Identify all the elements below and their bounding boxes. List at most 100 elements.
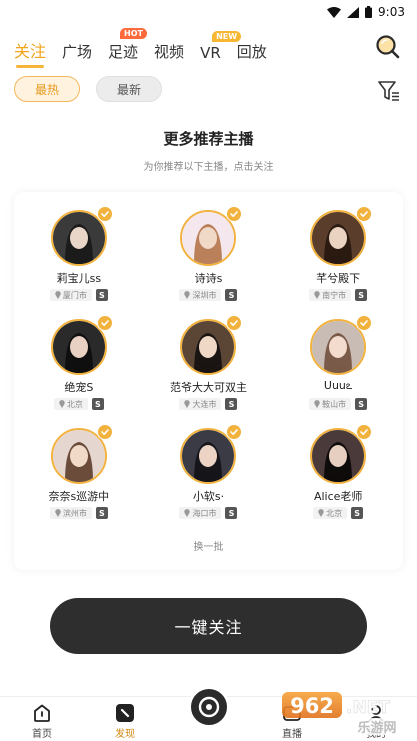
nav-discover[interactable]: 发现 [95,703,155,740]
tab-follow[interactable]: 关注 [14,38,46,68]
svg-text:962: 962 [290,694,334,718]
refresh-button[interactable]: 换一批 [14,538,403,553]
tab-video[interactable]: 视频 [154,41,184,68]
location-tag: 北京 [313,507,348,519]
level-badge: S [95,507,108,519]
hot-badge: HOT [120,28,147,39]
avatar-wrap [180,424,243,484]
host-item[interactable]: 诗诗s 深圳市 S [144,206,274,301]
host-meta: 滨州市 S [49,507,108,519]
checked-icon[interactable] [226,206,243,222]
host-name: 诗诗s [194,272,223,285]
avatar-wrap [180,315,243,375]
host-meta: 大连市 S [179,398,238,410]
tab-replay[interactable]: 回放 [237,41,267,68]
host-item[interactable]: Alice老师北京 S [273,424,403,519]
host-name: 范爷大大可双主 [169,381,247,394]
nav-label: 首页 [32,729,52,740]
host-city: 鞍山市 [322,399,347,409]
location-pin-icon [318,509,324,517]
signal-icon [347,6,360,18]
avatar-wrap [310,315,373,375]
nav-home[interactable]: 首页 [12,703,72,740]
level-badge: S [351,507,364,519]
host-item[interactable]: Uuuఽ 鞍山市 S [273,315,403,410]
host-name: Alice老师 [313,490,363,503]
tab-vr[interactable]: NEW VR [200,31,242,68]
location-tag: 滨州市 [49,507,92,519]
location-tag: 深圳市 [179,289,222,301]
host-item[interactable]: 莉宝儿ss 厦门市 S [14,206,144,301]
location-tag: 鞍山市 [309,398,352,410]
battery-icon [365,6,373,18]
location-tag: 北京 [53,398,88,410]
avatar-wrap [310,206,373,266]
host-grid: 莉宝儿ss 厦门市 S 诗诗s 深圳市 S 芊兮殿下 南宁市 S 绝宠S 北京 S 范爷大大可双主 大连市… [14,206,403,519]
recommend-card: 莉宝儿ss 厦门市 S 诗诗s 深圳市 S 芊兮殿下 南宁市 S 绝宠S 北京 S 范爷大大可双主 大连市… [14,192,403,570]
host-item[interactable]: 绝宠S 北京 S [14,315,144,410]
host-meta: 海口市 S [179,507,238,519]
host-city: 海口市 [192,508,217,518]
nav-label: 发现 [115,729,135,740]
location-pin-icon [59,400,65,408]
location-tag: 海口市 [179,507,222,519]
avatar-wrap [50,206,113,266]
top-tabs: 关注 广场 HOT 足迹 视频 NEW VR 回放 [14,28,267,68]
wifi-icon [327,7,342,18]
host-city: 北京 [326,508,343,518]
host-item[interactable]: 芊兮殿下 南宁市 S [273,206,403,301]
home-icon [32,703,52,723]
host-meta: 北京 S [313,507,364,519]
host-name: 莉宝儿ss [56,272,102,285]
location-tag: 厦门市 [49,289,92,301]
host-name: 奈奈s巡游中 [48,490,110,503]
location-tag: 大连市 [179,398,222,410]
tab-label: 视频 [154,43,185,61]
level-badge: S [355,398,368,410]
location-pin-icon [314,400,320,408]
host-meta: 厦门市 S [49,289,108,301]
host-item[interactable]: 小软s· 海口市 S [144,424,274,519]
search-icon[interactable] [375,34,401,60]
host-city: 北京 [66,399,83,409]
tab-footprint[interactable]: HOT 足迹 [108,28,147,68]
host-name: 绝宠S [64,381,94,394]
avatar-wrap [180,206,243,266]
host-city: 滨州市 [62,508,87,518]
checked-icon[interactable] [356,315,373,331]
host-meta: 北京 S [53,398,104,410]
avatar-wrap [50,424,113,484]
host-name: Uuuఽ [323,379,353,392]
svg-text:.NET: .NET [346,698,390,718]
host-item[interactable]: 范爷大大可双主 大连市 S [144,315,274,410]
checked-icon[interactable] [356,424,373,440]
checked-icon[interactable] [96,206,113,222]
start-live-button[interactable] [188,686,230,728]
tab-label: 足迹 [108,43,139,61]
location-tag: 南宁市 [309,289,352,301]
host-meta: 深圳市 S [179,289,238,301]
checked-icon[interactable] [96,315,113,331]
host-name: 小软s· [192,490,225,503]
filter-icon[interactable] [377,80,401,102]
filter-label: 最热 [35,82,60,97]
filter-hottest[interactable]: 最热 [14,76,81,102]
avatar-wrap [50,315,113,375]
filter-newest[interactable]: 最新 [96,76,163,102]
section-subtitle: 为你推荐以下主播，点击关注 [143,162,274,173]
checked-icon[interactable] [226,315,243,331]
host-city: 南宁市 [322,290,347,300]
sort-filters: 最热 最新 [14,76,163,102]
tab-label: 广场 [62,43,93,61]
avatar-wrap [310,424,373,484]
filter-label: 最新 [117,82,142,97]
host-city: 深圳市 [192,290,217,300]
checked-icon[interactable] [226,424,243,440]
checked-icon[interactable] [96,424,113,440]
tab-square[interactable]: 广场 [62,41,92,68]
follow-all-button[interactable]: 一键关注 [50,598,367,654]
tab-label: 关注 [14,42,47,61]
compass-icon [115,703,135,723]
host-item[interactable]: 奈奈s巡游中滨州市 S [14,424,144,519]
checked-icon[interactable] [356,206,373,222]
